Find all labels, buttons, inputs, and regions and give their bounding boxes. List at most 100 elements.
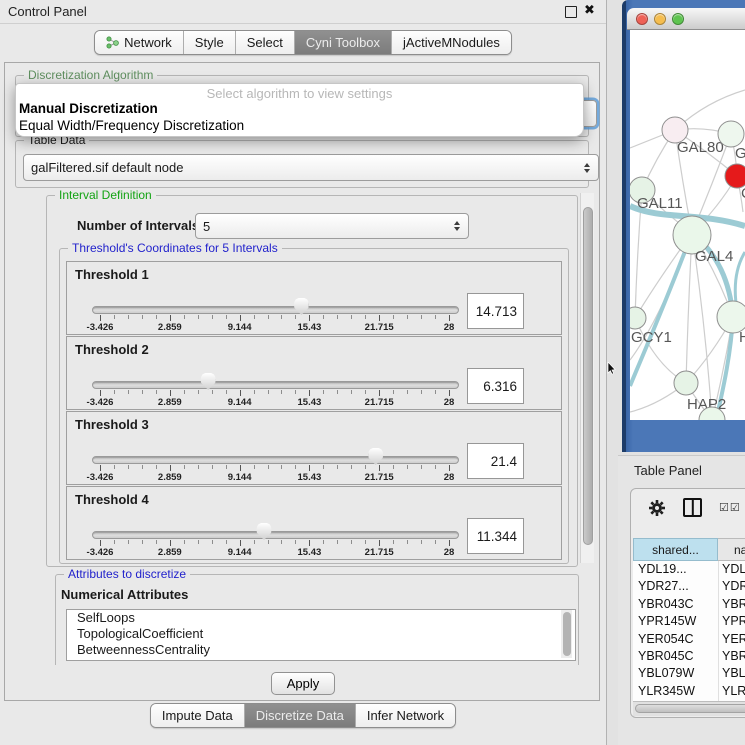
tick-label: -3.426 bbox=[87, 472, 114, 483]
tick-mark bbox=[240, 540, 241, 546]
network-node-GAL-partial[interactable] bbox=[718, 121, 744, 147]
table-row[interactable]: YDR27...YDR2 bbox=[633, 578, 745, 595]
tab-discretize-data[interactable]: Discretize Data bbox=[244, 704, 355, 727]
threshold-value-field[interactable]: 6.316 bbox=[467, 368, 524, 404]
threshold-value-field[interactable]: 11.344 bbox=[467, 518, 524, 554]
list-item[interactable]: SelfLoops bbox=[67, 610, 575, 626]
list-item[interactable]: TopologicalCoefficient bbox=[67, 626, 575, 642]
tick-mark bbox=[128, 540, 129, 544]
gear-icon[interactable] bbox=[648, 499, 666, 517]
threshold-label: Threshold 4 bbox=[75, 492, 149, 507]
tick-mark bbox=[393, 540, 394, 544]
cell-name: YDL1 bbox=[719, 561, 745, 578]
zoom-button[interactable] bbox=[672, 13, 684, 25]
minimize-button[interactable] bbox=[654, 13, 666, 25]
table-row[interactable]: YBL079WYBL0 bbox=[633, 665, 745, 682]
table-row[interactable]: YLR345WYLR3 bbox=[633, 683, 745, 700]
threshold-value-field[interactable]: 21.4 bbox=[467, 443, 524, 479]
tick-mark bbox=[226, 315, 227, 319]
float-window-icon[interactable] bbox=[565, 6, 577, 18]
dropdown-hint: Select algorithm to view settings bbox=[16, 86, 583, 101]
tick-mark bbox=[254, 540, 255, 544]
tick-mark bbox=[212, 390, 213, 394]
column-header-name[interactable]: na bbox=[718, 538, 745, 561]
horizontal-scrollbar[interactable] bbox=[633, 701, 745, 716]
table-panel-title: Table Panel bbox=[634, 463, 702, 478]
tab-label: Network bbox=[124, 35, 172, 50]
vertical-scrollbar[interactable] bbox=[580, 193, 594, 563]
dropdown-item-manual-discretization[interactable]: Manual Discretization bbox=[19, 101, 158, 116]
table-panel: Table Panel ☑☑ bbox=[618, 455, 745, 745]
tick-mark bbox=[365, 465, 366, 469]
tab-label: Style bbox=[195, 35, 224, 50]
table-row[interactable]: YPR145WYPR1 bbox=[633, 613, 745, 630]
network-node-GCY1[interactable] bbox=[630, 307, 646, 329]
node-label-GAL11: GAL11 bbox=[637, 195, 683, 212]
tick-mark bbox=[226, 465, 227, 469]
number-of-intervals-combobox[interactable]: 5 bbox=[195, 213, 469, 239]
table-row[interactable]: YDL19...YDL1 bbox=[633, 561, 745, 578]
stepper-icon bbox=[584, 163, 591, 173]
network-edge[interactable] bbox=[686, 233, 692, 383]
numerical-attributes-list[interactable]: SelfLoopsTopologicalCoefficientBetweenne… bbox=[66, 609, 576, 661]
list-item[interactable]: BetweennessCentrality bbox=[67, 642, 575, 658]
tick-mark bbox=[281, 540, 282, 544]
tick-mark bbox=[351, 465, 352, 469]
tab-infer-network[interactable]: Infer Network bbox=[355, 704, 455, 727]
tab-jactivemnodules[interactable]: jActiveMNodules bbox=[391, 31, 511, 54]
close-icon[interactable]: ✖ bbox=[584, 3, 595, 18]
tab-select[interactable]: Select bbox=[235, 31, 294, 54]
apply-button[interactable]: Apply bbox=[271, 672, 335, 695]
cell-name: YLR3 bbox=[719, 683, 745, 700]
tick-mark bbox=[240, 390, 241, 396]
tab-cyni-toolbox[interactable]: Cyni Toolbox bbox=[294, 31, 391, 54]
tick-mark bbox=[379, 540, 380, 546]
table-row[interactable]: YBR045CYBR0 bbox=[633, 648, 745, 665]
column-header-shared-name[interactable]: shared... bbox=[633, 538, 718, 561]
tick-mark bbox=[407, 540, 408, 544]
network-canvas[interactable]: GAL80GACGAL11GAL4GCY1HHAP2 bbox=[630, 30, 745, 420]
slider-track[interactable] bbox=[92, 381, 459, 389]
tick-mark bbox=[184, 465, 185, 469]
cell-name: YBR0 bbox=[719, 596, 745, 613]
node-label-GCY1: GCY1 bbox=[631, 329, 672, 346]
table-row[interactable]: YBR043CYBR0 bbox=[633, 596, 745, 613]
table-data-combobox[interactable]: galFiltered.sif default node bbox=[23, 154, 599, 181]
slider-track[interactable] bbox=[92, 456, 459, 464]
tick-mark bbox=[309, 315, 310, 321]
cyni-bottom-tabbar: Impute Data Discretize Data Infer Networ… bbox=[0, 703, 606, 728]
close-button[interactable] bbox=[636, 13, 648, 25]
tick-mark bbox=[268, 540, 269, 544]
tab-style[interactable]: Style bbox=[183, 31, 235, 54]
tick-mark bbox=[309, 540, 310, 546]
tab-label: Infer Network bbox=[367, 708, 444, 723]
tick-mark bbox=[393, 465, 394, 469]
scrollbar-thumb[interactable] bbox=[635, 704, 745, 713]
split-view-icon[interactable] bbox=[683, 498, 702, 517]
tick-mark bbox=[184, 540, 185, 544]
number-of-intervals-value: 5 bbox=[203, 219, 210, 234]
list-scrollbar[interactable] bbox=[561, 610, 572, 658]
table-data-value: galFiltered.sif default node bbox=[31, 160, 183, 175]
scrollbar-thumb[interactable] bbox=[583, 207, 593, 545]
tab-network[interactable]: Network bbox=[95, 31, 183, 54]
threshold-value-field[interactable]: 14.713 bbox=[467, 293, 524, 329]
table-row[interactable]: YER054CYER0 bbox=[633, 631, 745, 648]
control-panel-tabbar: Network Style Select Cyni Toolbox jActiv… bbox=[0, 30, 606, 55]
tick-mark bbox=[198, 315, 199, 319]
scrollbar-thumb[interactable] bbox=[563, 612, 571, 656]
slider-track[interactable] bbox=[92, 531, 459, 539]
network-window-titlebar[interactable] bbox=[627, 8, 745, 30]
table-body: YDL19...YDL1YDR27...YDR2YBR043CYBR0YPR14… bbox=[633, 561, 745, 703]
node-label-GAL-partial: GA bbox=[735, 145, 745, 162]
tick-label: 2.859 bbox=[158, 397, 182, 408]
network-node-HAP2[interactable] bbox=[674, 371, 698, 395]
tab-impute-data[interactable]: Impute Data bbox=[151, 704, 244, 727]
tick-mark bbox=[100, 315, 101, 321]
checkbox-icons[interactable]: ☑☑ bbox=[719, 501, 741, 514]
dropdown-item-equal-width-frequency[interactable]: Equal Width/Frequency Discretization bbox=[19, 118, 244, 133]
tick-labels: -3.4262.8599.14415.4321.71528 bbox=[100, 397, 449, 409]
slider-track[interactable] bbox=[92, 306, 459, 314]
tick-labels: -3.4262.8599.14415.4321.71528 bbox=[100, 472, 449, 484]
tick-label: 9.144 bbox=[228, 472, 252, 483]
